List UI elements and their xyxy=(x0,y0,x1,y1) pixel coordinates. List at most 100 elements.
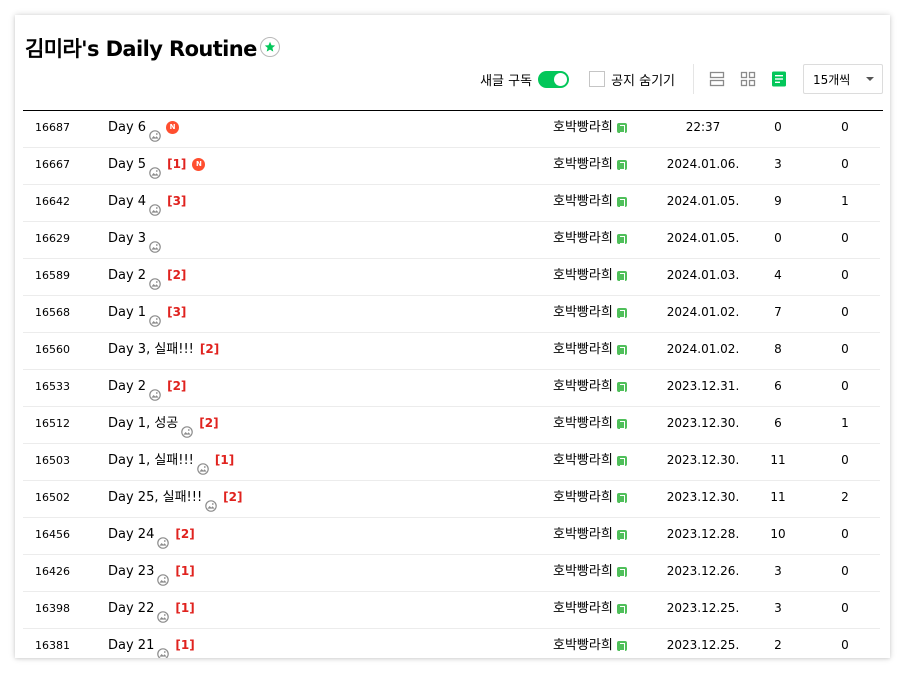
author-name-link[interactable]: 호박빵라희 xyxy=(553,296,613,329)
list-view-icon xyxy=(772,71,786,87)
like-count: 0 xyxy=(841,157,849,171)
post-row[interactable]: 16642 Day 4 [3] 호박빵라희 2024.01.05. 9 1 xyxy=(23,185,880,222)
star-icon xyxy=(264,41,275,52)
post-title-cell: Day 1 [3] xyxy=(108,296,190,329)
comment-count-link[interactable]: [2] xyxy=(199,407,218,440)
author-name-link[interactable]: 호박빵라희 xyxy=(553,148,613,181)
post-number: 16568 xyxy=(35,306,70,319)
like-count: 0 xyxy=(841,453,849,467)
post-author-cell: 호박빵라희 xyxy=(553,629,627,658)
author-name-link[interactable]: 호박빵라희 xyxy=(553,518,613,551)
post-title-link[interactable]: Day 22 xyxy=(108,592,154,625)
post-row[interactable]: 16502 Day 25, 실패!!! [2] 호박빵라희 2023.12.30. 11 2 xyxy=(23,481,880,518)
card-view-button[interactable] xyxy=(708,70,726,88)
post-row[interactable]: 16589 Day 2 [2] 호박빵라희 2024.01.03. 4 0 xyxy=(23,259,880,296)
member-level-icon xyxy=(616,381,627,392)
post-title-link[interactable]: Day 2 xyxy=(108,370,146,403)
post-title-link[interactable]: Day 25, 실패!!! xyxy=(108,481,202,514)
post-title-link[interactable]: Day 2 xyxy=(108,259,146,292)
post-title-link[interactable]: Day 1, 실패!!! xyxy=(108,444,194,477)
author-name-link[interactable]: 호박빵라희 xyxy=(553,222,613,255)
comment-count-link[interactable]: [2] xyxy=(175,518,194,551)
post-row[interactable]: 16629 Day 3 호박빵라희 2024.01.05. 0 0 xyxy=(23,222,880,259)
view-count: 4 xyxy=(774,268,782,282)
author-name-link[interactable]: 호박빵라희 xyxy=(553,592,613,625)
post-title-cell: Day 1, 성공 [2] xyxy=(108,407,223,440)
author-name-link[interactable]: 호박빵라희 xyxy=(553,111,613,144)
author-name-link[interactable]: 호박빵라희 xyxy=(553,444,613,477)
like-count: 0 xyxy=(841,268,849,282)
view-count: 3 xyxy=(774,564,782,578)
member-level-icon xyxy=(616,122,627,133)
post-date: 2024.01.05. xyxy=(666,194,740,208)
post-date: 2024.01.05. xyxy=(666,231,740,245)
post-date: 2023.12.26. xyxy=(666,564,740,578)
post-title-link[interactable]: Day 6 xyxy=(108,111,146,144)
post-title-link[interactable]: Day 1, 성공 xyxy=(108,407,178,440)
post-row[interactable]: 16426 Day 23 [1] 호박빵라희 2023.12.26. 3 0 xyxy=(23,555,880,592)
post-title-cell: Day 5 [1] N xyxy=(108,148,206,181)
comment-count-link[interactable]: [1] xyxy=(167,148,186,181)
post-title-link[interactable]: Day 5 xyxy=(108,148,146,181)
author-name-link[interactable]: 호박빵라희 xyxy=(553,259,613,292)
like-count: 0 xyxy=(841,379,849,393)
image-attached-icon xyxy=(149,196,161,216)
post-row[interactable]: 16560 Day 3, 실패!!! [2] 호박빵라희 2024.01.02. 8 0 xyxy=(23,333,880,370)
subscribe-toggle[interactable] xyxy=(538,70,570,88)
post-title-link[interactable]: Day 23 xyxy=(108,555,154,588)
comment-count-link[interactable]: [1] xyxy=(175,555,194,588)
album-view-button[interactable] xyxy=(739,70,757,88)
subscribe-label: 새글 구독 xyxy=(480,73,533,89)
board-title[interactable]: 김미라's Daily Routine xyxy=(25,33,257,63)
comment-count-link[interactable]: [1] xyxy=(175,592,194,625)
post-title-link[interactable]: Day 24 xyxy=(108,518,154,551)
comment-count-link[interactable]: [3] xyxy=(167,185,186,218)
comment-count-link[interactable]: [2] xyxy=(223,481,242,514)
post-list: 16687 Day 6 N 호박빵라희 22:37 0 0 16667 Day 5 [1] N 호박빵… xyxy=(23,111,880,658)
post-title-link[interactable]: Day 1 xyxy=(108,296,146,329)
post-number: 16642 xyxy=(35,195,70,208)
chevron-down-icon xyxy=(866,77,874,81)
author-name-link[interactable]: 호박빵라희 xyxy=(553,481,613,514)
post-row[interactable]: 16503 Day 1, 실패!!! [1] 호박빵라희 2023.12.30. 11 0 xyxy=(23,444,880,481)
post-row[interactable]: 16512 Day 1, 성공 [2] 호박빵라희 2023.12.30. 6 1 xyxy=(23,407,880,444)
author-name-link[interactable]: 호박빵라희 xyxy=(553,407,613,440)
post-row[interactable]: 16667 Day 5 [1] N 호박빵라희 2024.01.06. 3 0 xyxy=(23,148,880,185)
hide-notice-label[interactable]: 공지 숨기기 xyxy=(611,70,675,89)
list-view-button[interactable] xyxy=(770,70,788,88)
post-title-cell: Day 21 [1] xyxy=(108,629,199,658)
comment-count-link[interactable]: [2] xyxy=(167,370,186,403)
post-number: 16456 xyxy=(35,528,70,541)
view-count: 7 xyxy=(774,305,782,319)
comment-count-link[interactable]: [2] xyxy=(200,333,219,366)
post-title-link[interactable]: Day 3 xyxy=(108,222,146,255)
hide-notice-checkbox[interactable] xyxy=(589,71,606,87)
like-count: 1 xyxy=(841,194,849,208)
post-row[interactable]: 16456 Day 24 [2] 호박빵라희 2023.12.28. 10 0 xyxy=(23,518,880,555)
post-row[interactable]: 16568 Day 1 [3] 호박빵라희 2024.01.02. 7 0 xyxy=(23,296,880,333)
post-row[interactable]: 16687 Day 6 N 호박빵라희 22:37 0 0 xyxy=(23,111,880,148)
author-name-link[interactable]: 호박빵라희 xyxy=(553,333,613,366)
post-row[interactable]: 16533 Day 2 [2] 호박빵라희 2023.12.31. 6 0 xyxy=(23,370,880,407)
post-title-link[interactable]: Day 21 xyxy=(108,629,154,658)
post-author-cell: 호박빵라희 xyxy=(553,222,627,255)
post-title-cell: Day 2 [2] xyxy=(108,370,190,403)
post-title-link[interactable]: Day 3, 실패!!! xyxy=(108,333,194,366)
comment-count-link[interactable]: [2] xyxy=(167,259,186,292)
author-name-link[interactable]: 호박빵라희 xyxy=(553,185,613,218)
post-author-cell: 호박빵라희 xyxy=(553,333,627,366)
post-row[interactable]: 16381 Day 21 [1] 호박빵라희 2023.12.25. 2 0 xyxy=(23,629,880,658)
post-title-cell: Day 22 [1] xyxy=(108,592,199,625)
image-attached-icon xyxy=(181,418,194,438)
author-name-link[interactable]: 호박빵라희 xyxy=(553,629,613,658)
comment-count-link[interactable]: [1] xyxy=(175,629,194,658)
post-row[interactable]: 16398 Day 22 [1] 호박빵라희 2023.12.25. 3 0 xyxy=(23,592,880,629)
view-count: 3 xyxy=(774,157,782,171)
author-name-link[interactable]: 호박빵라희 xyxy=(553,370,613,403)
post-title-link[interactable]: Day 4 xyxy=(108,185,146,218)
page-size-select[interactable]: 15개씩 xyxy=(803,64,883,94)
comment-count-link[interactable]: [1] xyxy=(215,444,234,477)
comment-count-link[interactable]: [3] xyxy=(167,296,186,329)
favorite-button[interactable] xyxy=(259,36,280,57)
author-name-link[interactable]: 호박빵라희 xyxy=(553,555,613,588)
